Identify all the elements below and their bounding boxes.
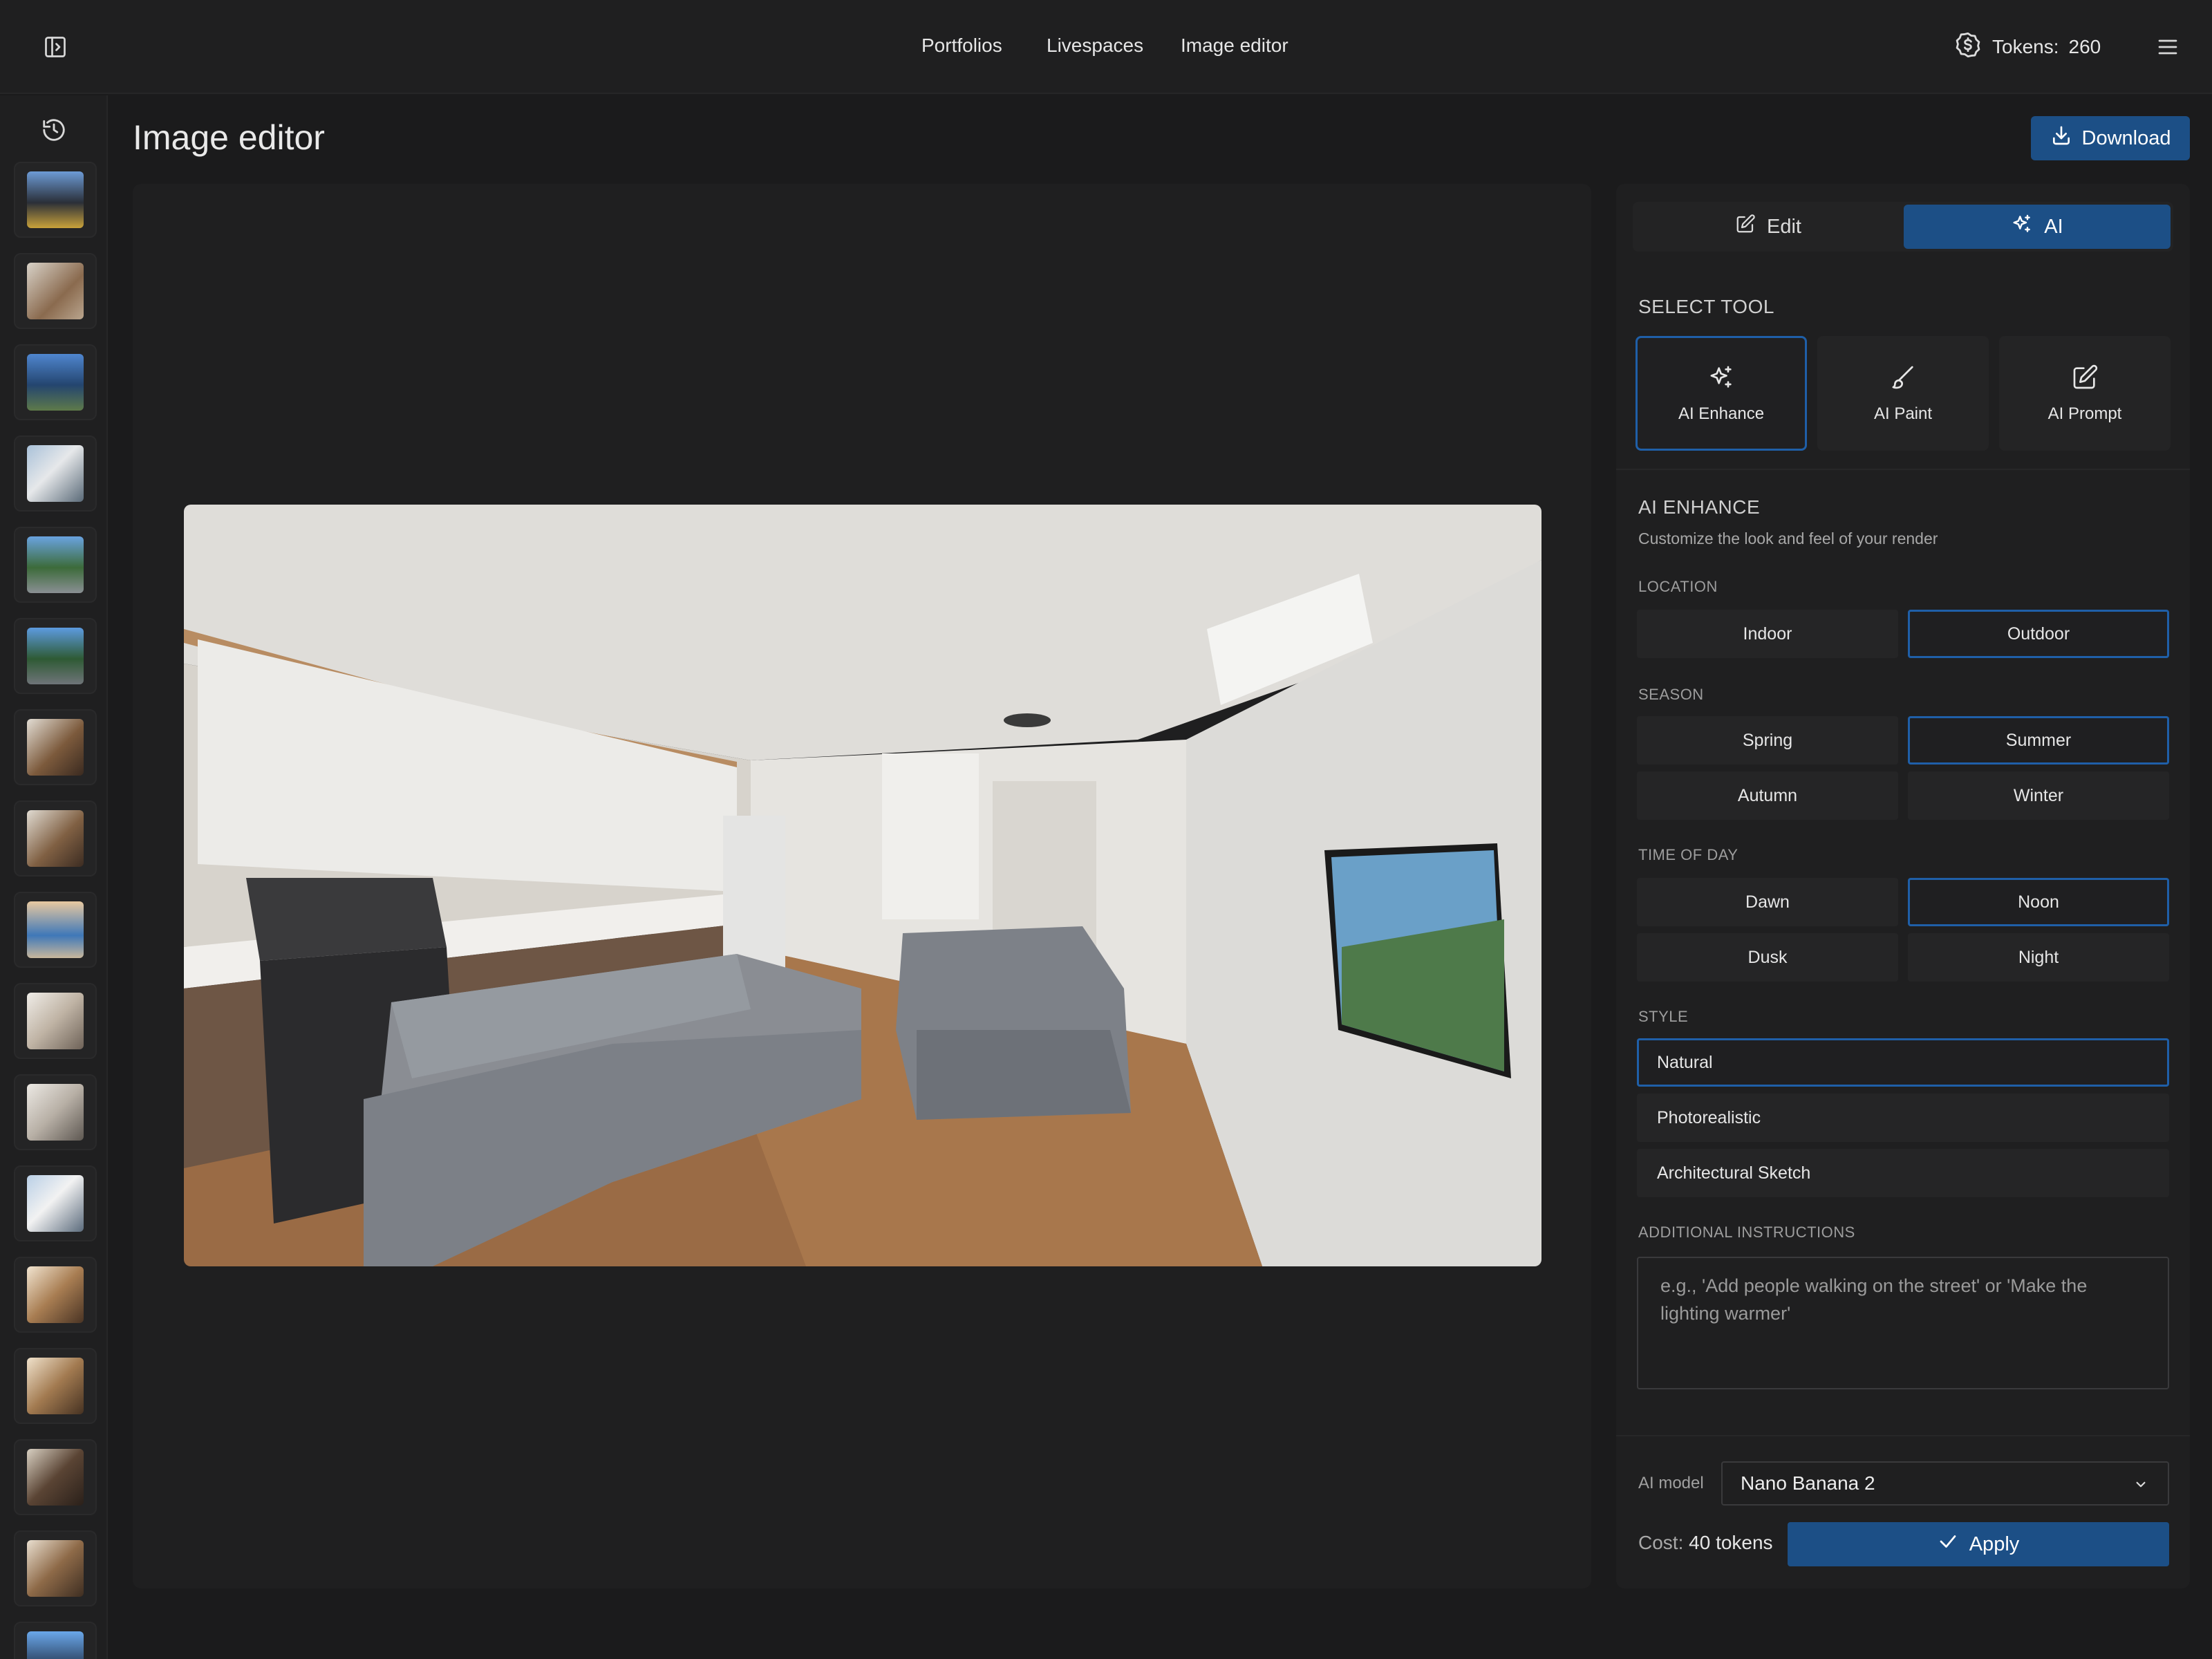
thumbnail-3[interactable] (14, 344, 97, 420)
hamburger-menu-icon[interactable] (2151, 30, 2184, 64)
ai-model-select[interactable]: Nano Banana 2 (1721, 1461, 2169, 1506)
tokens-label: Tokens: (1992, 36, 2059, 57)
ai-enhance-description: Customize the look and feel of your rend… (1638, 529, 1938, 547)
thumbnail-rail (0, 95, 108, 1659)
apply-button[interactable]: Apply (1788, 1522, 2169, 1566)
thumbnail-6[interactable] (14, 618, 97, 694)
edit-icon (2071, 364, 2099, 396)
thumbnail-11[interactable] (14, 1074, 97, 1150)
location-label: LOCATION (1638, 578, 1718, 595)
ai-enhance-heading: AI ENHANCE (1638, 496, 1761, 518)
tool-ai-enhance[interactable]: AI Enhance (1635, 336, 1807, 451)
tab-ai[interactable]: AI (1904, 205, 2171, 249)
apply-label: Apply (1969, 1533, 2020, 1555)
thumbnail-10[interactable] (14, 983, 97, 1059)
sparkles-icon (1707, 364, 1735, 396)
tool-ai-paint[interactable]: AI Paint (1817, 336, 1989, 451)
thumbnail-1[interactable] (14, 162, 97, 238)
additional-instructions-label: ADDITIONAL INSTRUCTIONS (1638, 1224, 1855, 1241)
option-winter[interactable]: Winter (1908, 771, 2169, 820)
tool-ai-paint-label: AI Paint (1873, 404, 1933, 423)
mode-switch: Edit AI (1633, 202, 2173, 252)
tool-ai-enhance-label: AI Enhance (1678, 404, 1765, 423)
style-label: STYLE (1638, 1008, 1689, 1025)
download-button[interactable]: Download (2031, 116, 2190, 160)
option-summer[interactable]: Summer (1908, 716, 2169, 765)
ai-panel: Edit AI SELECT TOOL AI Enhance AI Paint … (1616, 184, 2190, 1588)
download-icon (2050, 124, 2072, 152)
nav-link-livespaces[interactable]: Livespaces (1047, 35, 1143, 57)
nav-link-image-editor[interactable]: Image editor (1181, 35, 1288, 57)
thumbnail-7[interactable] (14, 709, 97, 785)
ai-model-value: Nano Banana 2 (1741, 1472, 1875, 1494)
sparkles-icon (2011, 213, 2033, 241)
cost-label: Cost: (1638, 1532, 1684, 1553)
thumbnail-4[interactable] (14, 435, 97, 512)
thumbnail-17[interactable] (14, 1622, 97, 1659)
thumbnail-15[interactable] (14, 1439, 97, 1515)
chevron-down-icon (2132, 1475, 2150, 1498)
time-of-day-label: TIME OF DAY (1638, 846, 1738, 863)
nav-link-portfolios[interactable]: Portfolios (921, 35, 1002, 57)
thumbnail-12[interactable] (14, 1165, 97, 1241)
page-title: Image editor (133, 118, 325, 157)
tab-ai-label: AI (2044, 215, 2063, 238)
thumbnail-13[interactable] (14, 1257, 97, 1333)
tool-ai-prompt-label: AI Prompt (2047, 404, 2122, 423)
option-night[interactable]: Night (1908, 933, 2169, 982)
top-bar: Portfolios Livespaces Image editor Token… (0, 0, 2212, 94)
option-dawn[interactable]: Dawn (1637, 878, 1898, 926)
option-architectural-sketch[interactable]: Architectural Sketch (1637, 1149, 2169, 1197)
option-natural[interactable]: Natural (1637, 1038, 2169, 1087)
option-dusk[interactable]: Dusk (1637, 933, 1898, 982)
tool-ai-prompt[interactable]: AI Prompt (1999, 336, 2171, 451)
token-coin-icon (1953, 30, 1983, 64)
sidebar-toggle-icon[interactable] (39, 30, 72, 64)
cost-display: Cost: 40 tokens (1638, 1532, 1773, 1554)
divider (1616, 1435, 2190, 1436)
option-indoor[interactable]: Indoor (1637, 610, 1898, 658)
thumbnail-5[interactable] (14, 527, 97, 603)
thumbnail-16[interactable] (14, 1530, 97, 1606)
thumbnail-2[interactable] (14, 253, 97, 329)
edit-icon (1735, 214, 1756, 240)
check-icon (1938, 1531, 1958, 1557)
render-image[interactable] (184, 505, 1541, 1266)
tokens-value: 260 (2068, 36, 2101, 57)
thumbnail-9[interactable] (14, 892, 97, 968)
history-icon[interactable] (37, 113, 71, 147)
option-photorealistic[interactable]: Photorealistic (1637, 1094, 2169, 1142)
option-noon[interactable]: Noon (1908, 878, 2169, 926)
ai-model-label: AI model (1638, 1474, 1704, 1492)
tab-edit-label: Edit (1767, 215, 1801, 238)
divider (1616, 469, 2190, 470)
token-balance: Tokens: 260 (1953, 30, 2101, 64)
option-outdoor[interactable]: Outdoor (1908, 610, 2169, 658)
download-label: Download (2081, 126, 2171, 149)
cost-value: 40 tokens (1689, 1532, 1773, 1553)
season-label: SEASON (1638, 686, 1704, 703)
brush-icon (1889, 364, 1917, 396)
tab-edit[interactable]: Edit (1635, 205, 1901, 249)
thumbnail-8[interactable] (14, 800, 97, 877)
option-spring[interactable]: Spring (1637, 716, 1898, 765)
additional-instructions-input[interactable]: e.g., 'Add people walking on the street'… (1637, 1257, 2169, 1389)
thumbnail-14[interactable] (14, 1348, 97, 1424)
image-canvas (133, 184, 1591, 1588)
option-autumn[interactable]: Autumn (1637, 771, 1898, 820)
select-tool-heading: SELECT TOOL (1638, 296, 1774, 317)
